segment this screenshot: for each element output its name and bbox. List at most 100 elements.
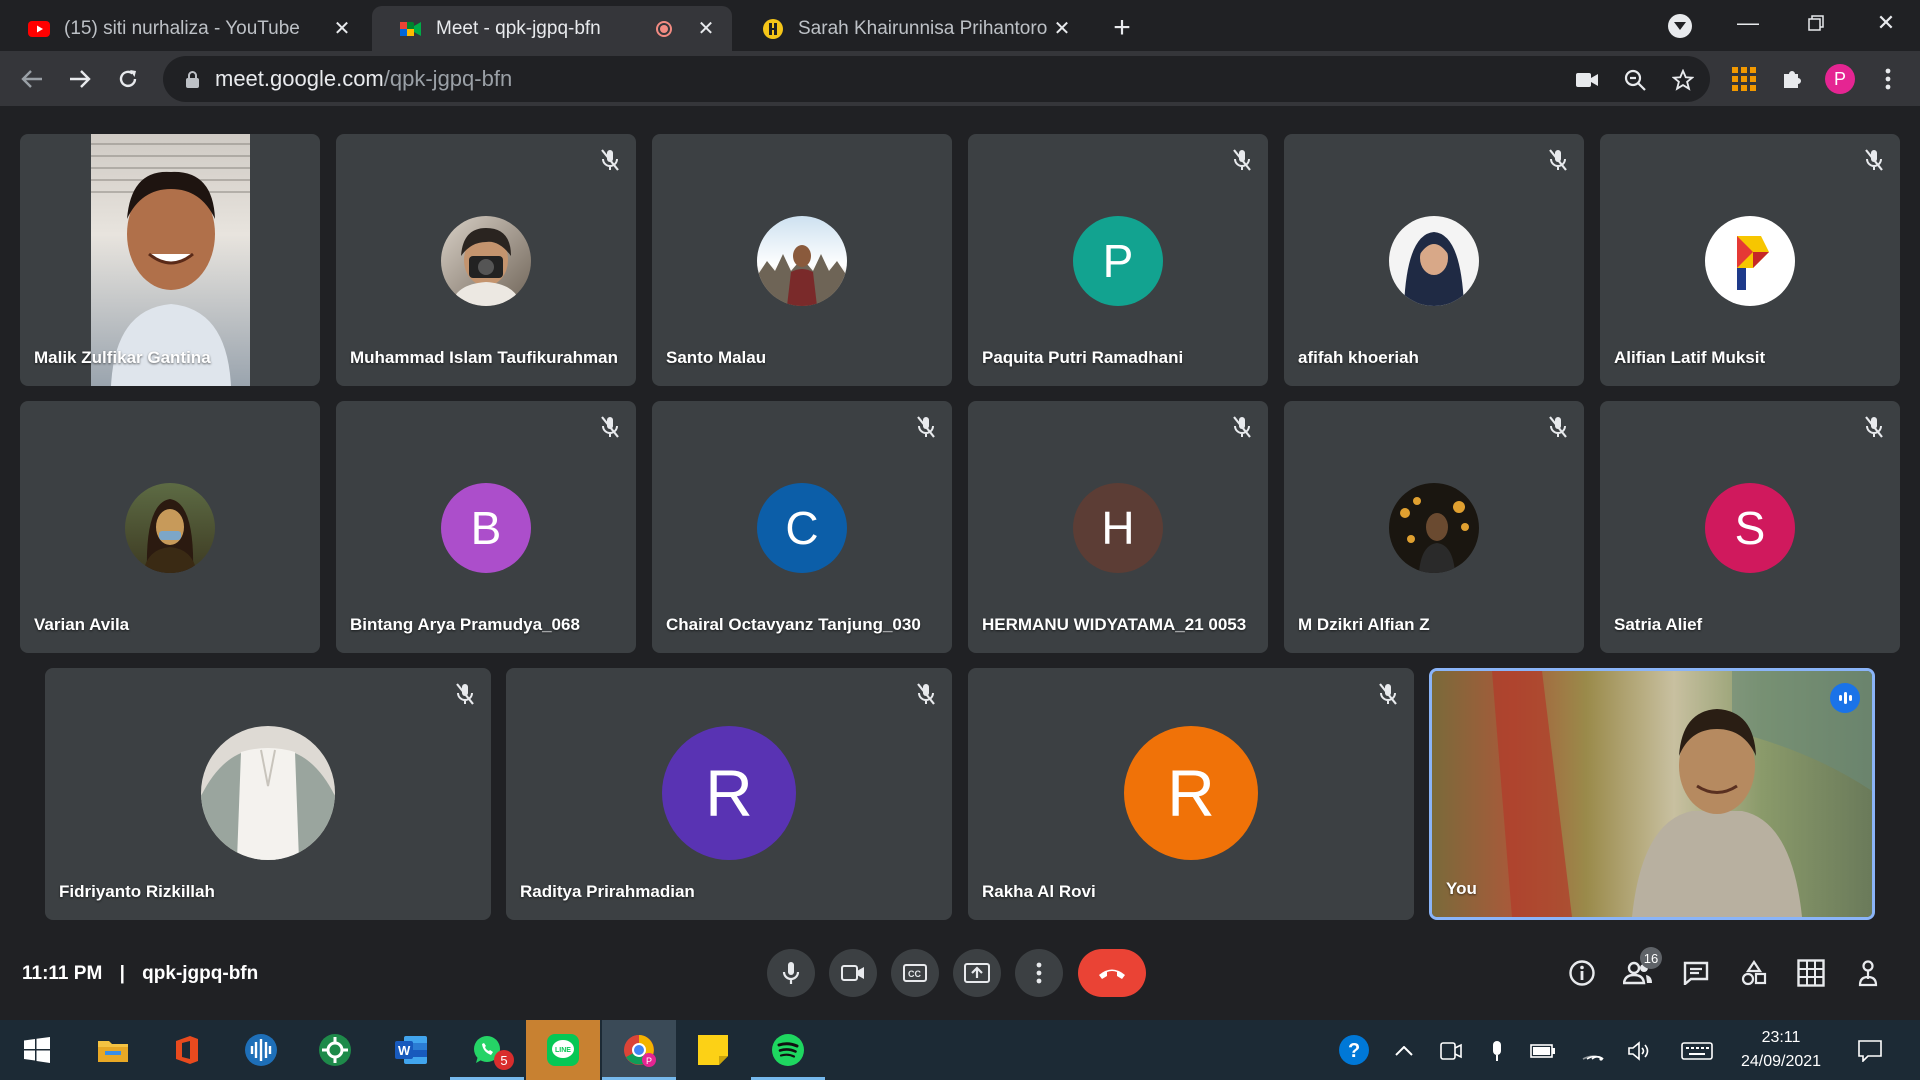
- meet-video-grid: Malik Zulfikar Gantina Muhammad Islam Ta…: [0, 106, 1920, 1019]
- volume-icon[interactable]: [1626, 1038, 1652, 1064]
- close-window-button[interactable]: ✕: [1866, 8, 1906, 38]
- meeting-details-button[interactable]: [1564, 955, 1600, 991]
- participant-initial-avatar: B: [441, 483, 531, 573]
- tab-sarah[interactable]: Sarah Khairunnisa Prihantoro - Pr ✕: [734, 6, 1088, 51]
- participant-logo-avatar: [1705, 216, 1795, 306]
- taskbar-line[interactable]: LINE: [526, 1020, 600, 1080]
- participant-tile[interactable]: R Rakha Al Rovi: [968, 668, 1414, 920]
- participant-photo-avatar: [441, 216, 531, 306]
- battery-icon[interactable]: [1530, 1038, 1556, 1064]
- participant-tile[interactable]: M Dzikri Alfian Z: [1284, 401, 1584, 653]
- microphone-in-use-icon[interactable]: [1484, 1038, 1510, 1064]
- new-tab-button[interactable]: +: [1106, 11, 1138, 44]
- touch-keyboard-icon[interactable]: [1680, 1038, 1714, 1064]
- participant-tile[interactable]: B Bintang Arya Pramudya_068: [336, 401, 636, 653]
- help-icon[interactable]: ?: [1338, 1034, 1370, 1066]
- present-screen-button[interactable]: [953, 949, 1001, 997]
- close-icon[interactable]: ✕: [694, 17, 718, 41]
- host-controls-button[interactable]: [1850, 955, 1886, 991]
- close-icon[interactable]: ✕: [1050, 17, 1074, 41]
- participant-name: You: [1446, 879, 1477, 898]
- participant-name: Muhammad Islam Taufikurahman: [350, 348, 618, 367]
- mic-off-icon: [1544, 413, 1572, 441]
- more-vert-icon: [1036, 962, 1042, 984]
- participant-tile[interactable]: R Raditya Prirahmadian: [506, 668, 952, 920]
- back-button[interactable]: [16, 63, 48, 95]
- url-text: meet.google.com/qpk-jgpq-bfn: [215, 66, 512, 92]
- chrome-icon: P: [624, 1035, 656, 1067]
- taskbar-sticky-notes[interactable]: [676, 1020, 750, 1080]
- participant-tile[interactable]: Santo Malau: [652, 134, 952, 386]
- meeting-code: qpk-jgpq-bfn: [142, 963, 259, 984]
- chat-button[interactable]: [1678, 955, 1714, 991]
- activities-button[interactable]: [1736, 955, 1772, 991]
- taskbar-mobile-app[interactable]: [298, 1020, 372, 1080]
- minimize-button[interactable]: —: [1728, 8, 1768, 38]
- leave-call-button[interactable]: [1078, 949, 1146, 997]
- reload-button[interactable]: [112, 63, 144, 95]
- captions-button[interactable]: CC: [891, 949, 939, 997]
- taskbar-clock[interactable]: 23:11 24/09/2021: [1726, 1026, 1836, 1074]
- participant-initial-avatar: S: [1705, 483, 1795, 573]
- participant-tile[interactable]: P Paquita Putri Ramadhani: [968, 134, 1268, 386]
- lock-icon: [181, 70, 203, 88]
- tab-search-button[interactable]: [1668, 14, 1692, 38]
- microphone-button[interactable]: [767, 949, 815, 997]
- participant-tile[interactable]: Alifian Latif Muksit: [1600, 134, 1900, 386]
- participant-name: Paquita Putri Ramadhani: [982, 348, 1184, 367]
- windows-logo-icon: [24, 1037, 50, 1063]
- participant-tile[interactable]: Fidriyanto Rizkillah: [45, 668, 491, 920]
- more-options-button[interactable]: [1015, 949, 1063, 997]
- apps-grid-extension-icon[interactable]: [1728, 63, 1760, 95]
- participant-name: Alifian Latif Muksit: [1614, 348, 1766, 367]
- word-icon: W: [395, 1036, 427, 1064]
- restore-button[interactable]: [1796, 8, 1836, 38]
- taskbar-spotify[interactable]: [751, 1020, 825, 1080]
- extensions-puzzle-icon[interactable]: [1776, 63, 1808, 95]
- participant-tile[interactable]: H HERMANU WIDYATAMA_21 0053: [968, 401, 1268, 653]
- taskbar-file-explorer[interactable]: [76, 1020, 150, 1080]
- zoom-icon[interactable]: [1621, 66, 1649, 94]
- taskbar-word[interactable]: W: [374, 1020, 448, 1080]
- taskbar-whatsapp[interactable]: 5: [450, 1020, 524, 1080]
- tab-meet[interactable]: Meet - qpk-jgpq-bfn ✕: [372, 6, 732, 51]
- participant-tile[interactable]: Varian Avila: [20, 401, 320, 653]
- participant-name: Raditya Prirahmadian: [520, 882, 695, 901]
- notifications-icon[interactable]: [1856, 1038, 1884, 1064]
- profile-initial: P: [1825, 64, 1855, 94]
- participant-tile[interactable]: S Satria Alief: [1600, 401, 1900, 653]
- taskbar-chrome[interactable]: P: [602, 1020, 676, 1080]
- forward-button[interactable]: [64, 63, 96, 95]
- change-layout-button[interactable]: [1793, 955, 1829, 991]
- address-bar[interactable]: meet.google.com/qpk-jgpq-bfn: [163, 56, 1710, 102]
- folder-icon: [98, 1041, 128, 1062]
- clock-date: 24/09/2021: [1740, 1053, 1822, 1070]
- camera-in-use-icon[interactable]: [1573, 66, 1601, 94]
- tab-youtube[interactable]: (15) siti nurhaliza - YouTube ✕: [0, 6, 368, 51]
- url-host: meet.google.com: [215, 66, 384, 91]
- mic-off-icon: [912, 680, 940, 708]
- taskbar-office[interactable]: [150, 1020, 224, 1080]
- participant-tile[interactable]: afifah khoeriah: [1284, 134, 1584, 386]
- participants-button[interactable]: 16: [1620, 947, 1662, 991]
- google-meet-icon: [400, 18, 422, 40]
- activities-shapes-icon: [1741, 960, 1767, 986]
- windows-taskbar: W 5 LINE P ? 23:11 24/09/2021: [0, 1020, 1920, 1080]
- mic-off-icon: [1860, 146, 1888, 174]
- participant-tile[interactable]: Muhammad Islam Taufikurahman: [336, 134, 636, 386]
- show-hidden-icons-chevron-icon[interactable]: [1391, 1038, 1417, 1064]
- bookmark-star-icon[interactable]: [1669, 66, 1697, 94]
- url-path: /qpk-jgpq-bfn: [383, 66, 513, 91]
- participant-tile[interactable]: C Chairal Octavyanz Tanjung_030: [652, 401, 952, 653]
- participant-tile[interactable]: Malik Zulfikar Gantina: [20, 134, 320, 386]
- chrome-menu-icon[interactable]: [1872, 63, 1904, 95]
- meet-now-icon[interactable]: [1438, 1038, 1464, 1064]
- info-icon: [1569, 960, 1595, 986]
- camera-button[interactable]: [829, 949, 877, 997]
- self-view-tile[interactable]: You: [1429, 668, 1875, 920]
- taskbar-audio-app[interactable]: [224, 1020, 298, 1080]
- wifi-icon[interactable]: [1580, 1038, 1606, 1064]
- close-icon[interactable]: ✕: [330, 17, 354, 41]
- start-button[interactable]: [0, 1020, 74, 1080]
- profile-avatar[interactable]: P: [1824, 63, 1856, 95]
